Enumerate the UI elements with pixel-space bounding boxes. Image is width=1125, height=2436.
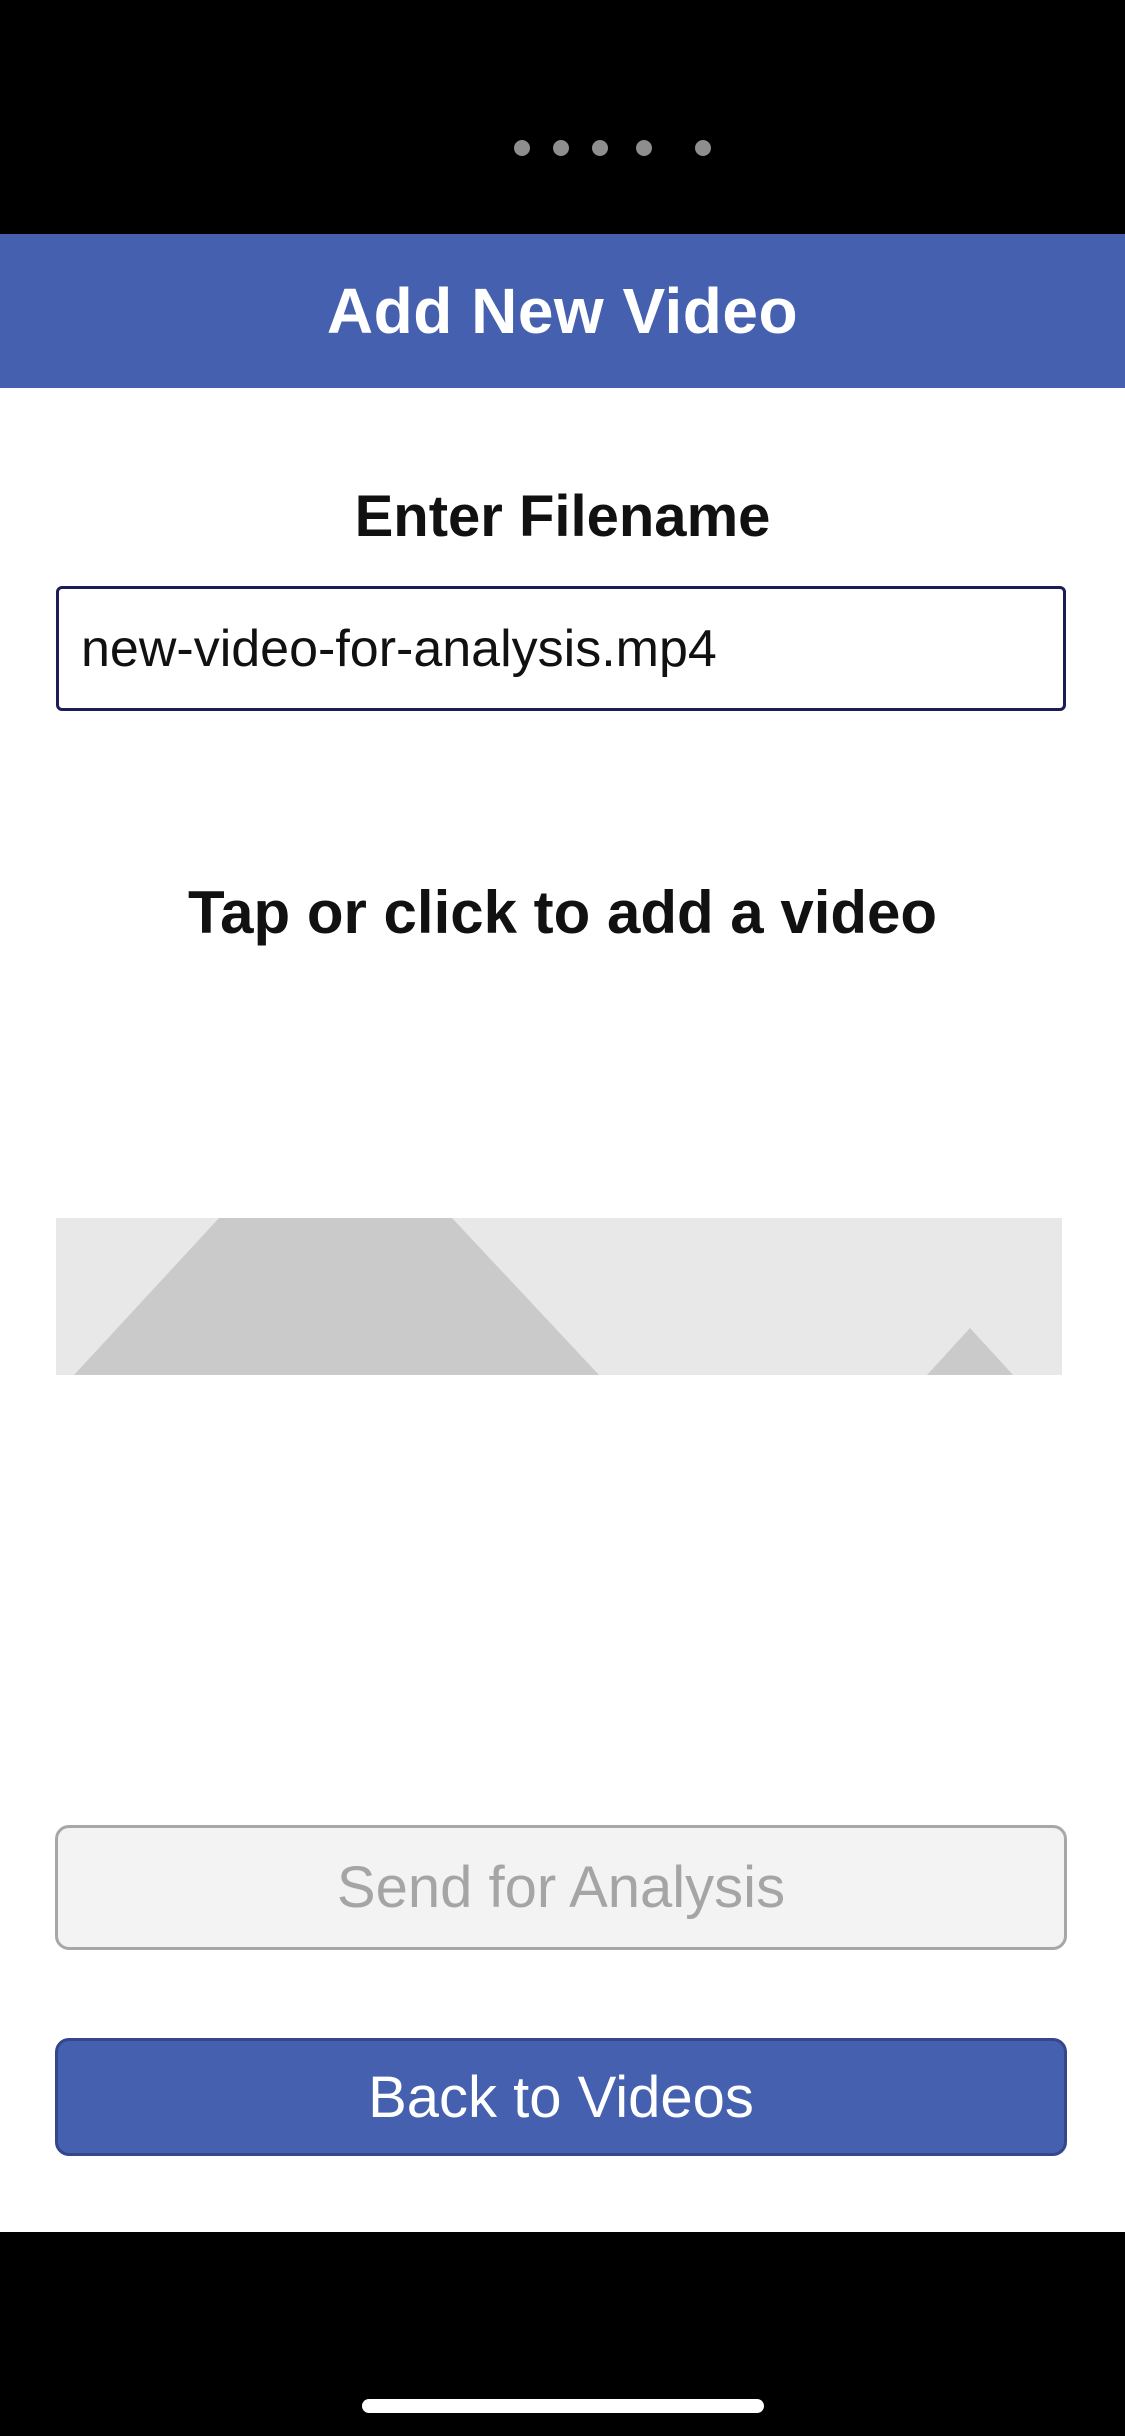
page-dot	[695, 140, 711, 156]
filename-input[interactable]	[56, 586, 1066, 711]
back-to-videos-button[interactable]: Back to Videos	[55, 2038, 1067, 2156]
add-video-media-area[interactable]	[56, 1218, 1062, 1375]
page-dot	[553, 140, 569, 156]
page-dot	[514, 140, 530, 156]
send-for-analysis-button[interactable]: Send for Analysis	[55, 1825, 1067, 1950]
add-video-label: Tap or click to add a video	[187, 879, 938, 946]
main-content: Enter Filename Tap or click to add a vid…	[0, 388, 1125, 2232]
page-indicator-dots	[0, 140, 1125, 160]
status-bar	[0, 0, 1125, 234]
app-screen: Add New Video Enter Filename Tap or clic…	[0, 0, 1125, 2436]
bottom-bar	[0, 2232, 1125, 2436]
page-dot	[592, 140, 608, 156]
header-bar: Add New Video	[0, 234, 1125, 388]
image-placeholder-icon	[56, 1218, 1062, 1375]
page-title: Add New Video	[326, 275, 799, 347]
page-dot	[636, 140, 652, 156]
home-indicator[interactable]	[362, 2399, 764, 2413]
filename-label: Enter Filename	[354, 484, 771, 549]
